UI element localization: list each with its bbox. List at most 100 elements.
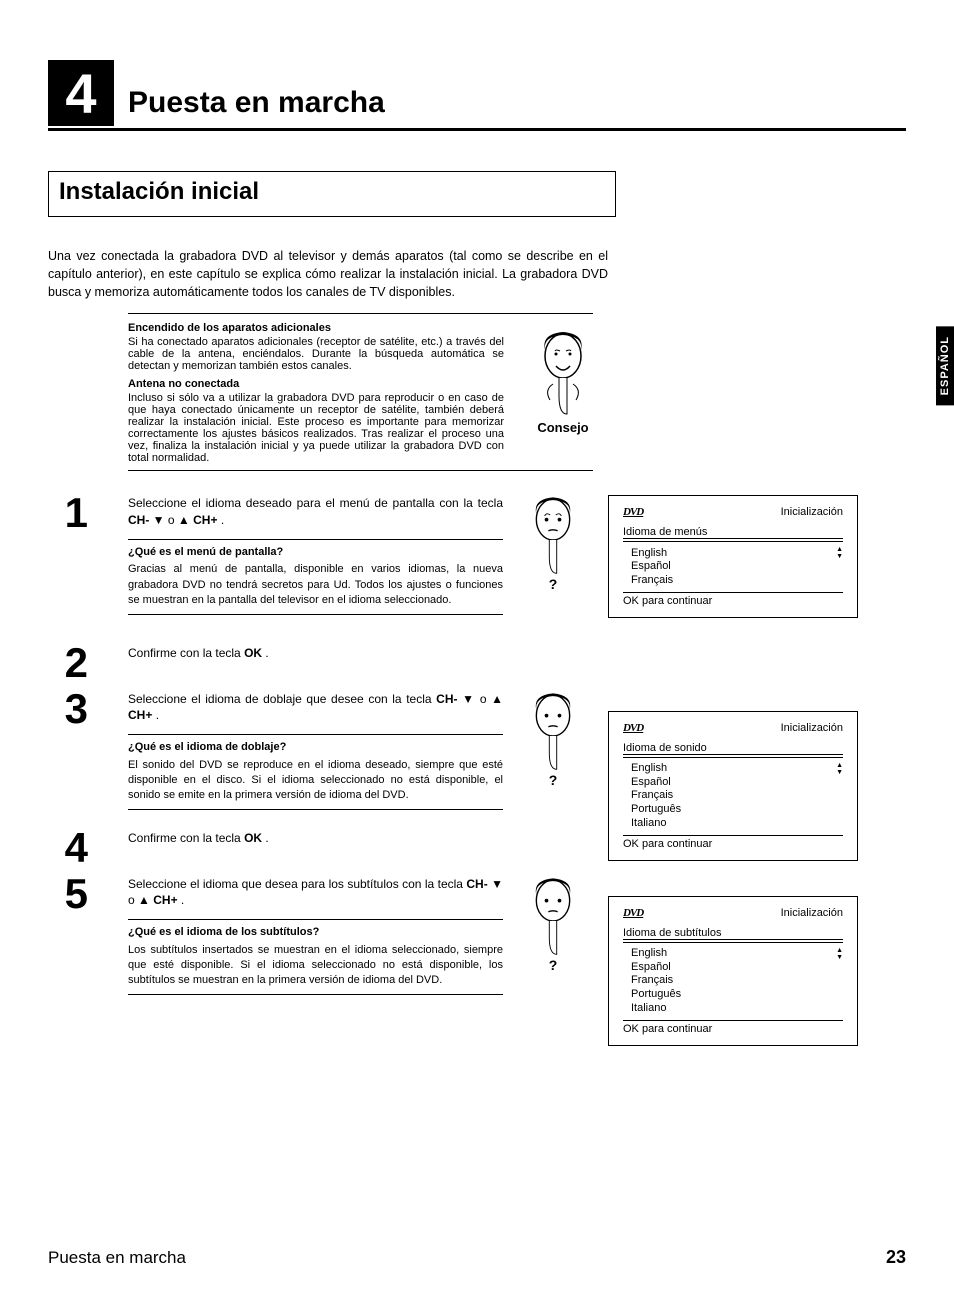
list-item: Français xyxy=(631,574,843,588)
step-text: Seleccione el idioma de doblaje que dese… xyxy=(128,692,436,706)
list-item: Français xyxy=(631,974,843,988)
step-number: 2 xyxy=(38,639,88,687)
step-text: Seleccione el idioma deseado para el men… xyxy=(128,496,503,510)
question-title: ¿Qué es el idioma de los subtítulos? xyxy=(128,925,503,940)
chapter-header: 4 Puesta en marcha xyxy=(48,60,906,131)
face-icon xyxy=(536,326,590,416)
page-footer: Puesta en marcha 23 xyxy=(48,1247,906,1268)
key-ch-minus: CH- xyxy=(436,692,457,706)
question-answer: Gracias al menú de pantalla, disponible … xyxy=(128,563,503,606)
screen-footer: OK para continuar xyxy=(623,1023,843,1035)
down-arrow-icon: ▼ xyxy=(457,692,475,706)
tip-heading-2: Antena no conectada xyxy=(128,378,504,390)
screen-list: English ▲▼ Español Français Português Ita… xyxy=(623,942,843,1021)
question-title: ¿Qué es el idioma de doblaje? xyxy=(128,740,503,755)
updown-icon: ▲▼ xyxy=(836,762,843,776)
page-number: 23 xyxy=(886,1247,906,1268)
section-heading-box: Instalación inicial xyxy=(48,171,616,217)
screen-title: Inicialización xyxy=(781,506,843,518)
question-box: ¿Qué es el idioma de los subtítulos? Los… xyxy=(128,919,503,995)
updown-icon: ▲▼ xyxy=(836,947,843,961)
question-box: ¿Qué es el idioma de doblaje? El sonido … xyxy=(128,734,503,810)
down-arrow-icon: ▼ xyxy=(488,877,503,891)
screen-label: Idioma de sonido xyxy=(623,742,843,754)
list-item: Español xyxy=(631,961,843,975)
question-answer: El sonido del DVD se reproduce en el idi… xyxy=(128,759,503,802)
up-arrow-icon: ▲ xyxy=(138,893,153,907)
key-ch-plus: CH+ xyxy=(193,513,217,527)
step-text: Confirme con la tecla xyxy=(128,646,244,660)
list-item: English xyxy=(631,947,667,961)
list-item: Italiano xyxy=(631,1002,843,1016)
question-icon: ? xyxy=(518,491,588,592)
question-icon: ? xyxy=(518,687,588,788)
list-item: Español xyxy=(631,560,843,574)
key-ch-minus: CH- xyxy=(128,513,149,527)
period: . xyxy=(265,646,268,660)
step-2: 2 Confirme con la tecla OK . xyxy=(48,645,906,685)
screen-title: Inicialización xyxy=(781,907,843,919)
key-ok: OK xyxy=(244,831,262,845)
screen-list: English ▲▼ Español Français xyxy=(623,541,843,593)
updown-icon: ▲▼ xyxy=(836,546,843,560)
step-4: 4 Confirme con la tecla OK . xyxy=(48,830,906,870)
key-ok: OK xyxy=(244,646,262,660)
question-icon: ? xyxy=(518,872,588,973)
step-text: Seleccione el idioma que desea para los … xyxy=(128,877,466,891)
period: . xyxy=(181,893,184,907)
question-box: ¿Qué es el menú de pantalla? Gracias al … xyxy=(128,539,503,615)
list-item: Italiano xyxy=(631,817,843,831)
key-ch-plus: CH+ xyxy=(128,708,152,722)
step-text: Confirme con la tecla xyxy=(128,831,244,845)
question-mark-icon: ? xyxy=(518,772,588,788)
dvd-logo-icon: DVD xyxy=(623,506,643,518)
footer-title: Puesta en marcha xyxy=(48,1248,186,1268)
step-number: 1 xyxy=(38,489,88,537)
question-title: ¿Qué es el menú de pantalla? xyxy=(128,545,503,560)
list-item: Español xyxy=(631,776,843,790)
language-tab: ESPAÑOL xyxy=(936,326,954,405)
tip-label: Consejo xyxy=(528,420,598,435)
chapter-title: Puesta en marcha xyxy=(128,86,385,120)
list-item: Français xyxy=(631,789,843,803)
dvd-logo-icon: DVD xyxy=(623,722,643,734)
section-title: Instalación inicial xyxy=(59,178,605,206)
or-text: o xyxy=(168,513,178,527)
tip-para-1: Si ha conectado aparatos adicionales (re… xyxy=(128,336,504,372)
down-arrow-icon: ▼ xyxy=(149,513,164,527)
step-number: 5 xyxy=(38,870,88,918)
period: . xyxy=(221,513,224,527)
step-number: 4 xyxy=(38,824,88,872)
step-5: 5 Seleccione el idioma que desea para lo… xyxy=(48,876,906,995)
period: . xyxy=(265,831,268,845)
intro-paragraph: Una vez conectada la grabadora DVD al te… xyxy=(48,247,608,301)
up-arrow-icon: ▲ xyxy=(178,513,193,527)
step-1: 1 Seleccione el idioma deseado para el m… xyxy=(48,495,906,614)
period: . xyxy=(156,708,159,722)
screen-label: Idioma de subtítulos xyxy=(623,927,843,939)
question-mark-icon: ? xyxy=(518,957,588,973)
screen-label: Idioma de menús xyxy=(623,526,843,538)
key-ch-minus: CH- xyxy=(466,877,487,891)
list-item: Português xyxy=(631,988,843,1002)
step-number: 3 xyxy=(38,685,88,733)
tip-heading-1: Encendido de los aparatos adicionales xyxy=(128,322,504,334)
tip-para-2: Incluso si sólo va a utilizar la grabado… xyxy=(128,392,504,464)
osd-screen-menu-language: DVD Inicialización Idioma de menús Engli… xyxy=(608,495,858,618)
up-arrow-icon: ▲ xyxy=(491,692,503,706)
question-mark-icon: ? xyxy=(518,576,588,592)
list-item: Português xyxy=(631,803,843,817)
list-item: English xyxy=(631,762,667,776)
step-3: 3 Seleccione el idioma de doblaje que de… xyxy=(48,691,906,810)
list-item: English xyxy=(631,547,667,561)
chapter-number: 4 xyxy=(48,60,114,126)
dvd-logo-icon: DVD xyxy=(623,907,643,919)
or-text: o xyxy=(128,893,138,907)
screen-footer: OK para continuar xyxy=(623,595,843,607)
screen-list: English ▲▼ Español Français Português Ita… xyxy=(623,757,843,836)
screen-title: Inicialización xyxy=(781,722,843,734)
key-ch-plus: CH+ xyxy=(153,893,177,907)
tip-box: Encendido de los aparatos adicionales Si… xyxy=(128,313,593,471)
osd-screen-subtitle-language: DVD Inicialización Idioma de subtítulos … xyxy=(608,896,858,1046)
question-answer: Los subtítulos insertados se muestran en… xyxy=(128,944,503,987)
